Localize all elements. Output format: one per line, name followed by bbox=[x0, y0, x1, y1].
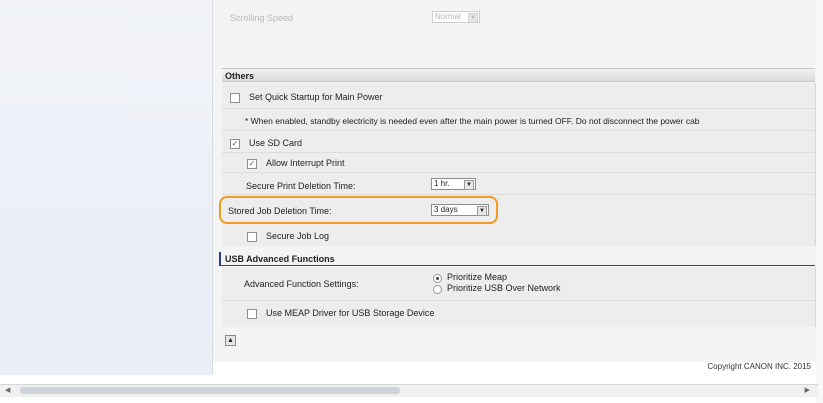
use-sd-card-label: Use SD Card bbox=[249, 138, 303, 148]
secure-print-label: Secure Print Deletion Time: bbox=[246, 181, 356, 191]
stored-job-highlight bbox=[219, 196, 498, 224]
quick-startup-note: * When enabled, standby electricity is n… bbox=[245, 116, 700, 126]
use-sd-card-checkbox[interactable]: ✓ bbox=[230, 139, 240, 149]
meap-driver-checkbox[interactable] bbox=[247, 309, 257, 319]
divider bbox=[222, 108, 815, 109]
divider bbox=[222, 300, 815, 301]
divider bbox=[222, 194, 815, 195]
advanced-function-label: Advanced Function Settings: bbox=[244, 279, 359, 289]
meap-driver-label: Use MEAP Driver for USB Storage Device bbox=[266, 308, 435, 318]
prioritize-usb-radio[interactable] bbox=[433, 285, 442, 294]
scrolling-speed-label: Scrolling Speed bbox=[230, 13, 294, 23]
scroll-top-icon[interactable]: ▲ bbox=[225, 335, 236, 346]
secure-print-value: 1 hr. bbox=[434, 179, 450, 188]
others-section-header: Others bbox=[222, 68, 815, 82]
scroll-left-icon[interactable]: ◀ bbox=[5, 386, 10, 394]
divider bbox=[222, 152, 815, 153]
secure-job-log-label: Secure Job Log bbox=[266, 231, 330, 241]
chevron-down-icon: ▼ bbox=[468, 13, 478, 23]
quick-startup-checkbox[interactable] bbox=[230, 93, 240, 103]
usb-section-header: USB Advanced Functions bbox=[219, 252, 815, 266]
secure-job-log-checkbox[interactable] bbox=[247, 232, 257, 242]
secure-print-select[interactable]: 1 hr. ▼ bbox=[431, 178, 476, 190]
prioritize-meap-label: Prioritize Meap bbox=[447, 272, 508, 282]
allow-interrupt-label: Allow Interrupt Print bbox=[266, 158, 345, 168]
horizontal-scrollbar[interactable]: ◀ ▶ bbox=[0, 384, 818, 397]
allow-interrupt-checkbox[interactable]: ✓ bbox=[247, 159, 257, 169]
prioritize-usb-label: Prioritize USB Over Network bbox=[447, 283, 561, 293]
scrolling-speed-value: Normal bbox=[435, 12, 461, 21]
prioritize-meap-radio[interactable] bbox=[433, 274, 442, 283]
usb-section-body bbox=[222, 267, 816, 327]
scrollbar-thumb[interactable] bbox=[20, 387, 400, 394]
quick-startup-label: Set Quick Startup for Main Power bbox=[249, 92, 383, 102]
scroll-right-icon[interactable]: ▶ bbox=[805, 386, 810, 394]
left-navigation-pane bbox=[0, 0, 212, 375]
divider bbox=[222, 130, 815, 131]
scrolling-speed-select[interactable]: Normal ▼ bbox=[432, 11, 480, 23]
copyright-text: Copyright CANON INC. 2015 bbox=[707, 362, 811, 371]
chevron-down-icon: ▼ bbox=[464, 180, 474, 190]
divider bbox=[222, 172, 815, 173]
right-edge bbox=[816, 0, 823, 403]
